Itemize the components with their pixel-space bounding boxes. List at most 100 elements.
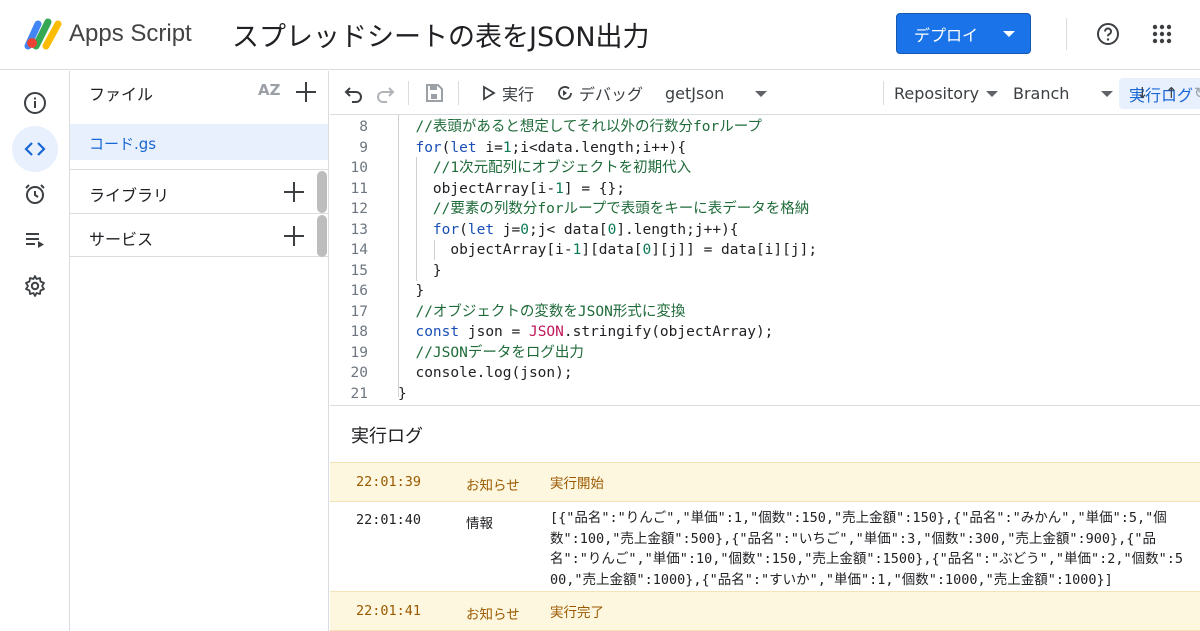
code-text[interactable]: //オブジェクトの変数をJSON形式に変換 <box>398 302 685 323</box>
code-icon <box>24 142 46 156</box>
code-line[interactable]: 13 for(let j=0;j< data[0].length;j++){ <box>330 220 1200 241</box>
debug-label: デバッグ <box>579 85 644 104</box>
branch-label: Branch <box>1013 83 1070 103</box>
debug-icon <box>558 86 572 100</box>
code-text[interactable]: const json = JSON.stringify(objectArray)… <box>398 322 773 343</box>
overview-nav-button[interactable] <box>12 80 58 126</box>
code-text[interactable]: } <box>398 281 424 302</box>
log-message: 実行完了 <box>550 605 604 621</box>
code-line[interactable]: 11 objectArray[i-1] = {}; <box>330 179 1200 200</box>
line-number: 8 <box>359 119 368 135</box>
line-number: 13 <box>350 221 368 238</box>
divider <box>1066 18 1067 50</box>
scrollbar-thumb[interactable] <box>317 215 327 257</box>
code-text[interactable]: objectArray[i-1] = {}; <box>398 179 625 200</box>
divider <box>458 81 459 105</box>
code-text[interactable]: for(let j=0;j< data[0].length;j++){ <box>398 220 739 241</box>
apps-grid-icon[interactable] <box>1152 24 1172 44</box>
code-line[interactable]: 17 //オブジェクトの変数をJSON形式に変換 <box>330 302 1200 323</box>
debug-button[interactable]: デバッグ <box>556 71 643 115</box>
project-title[interactable]: スプレッドシートの表をJSON出力 <box>232 15 650 54</box>
code-text[interactable]: } <box>398 261 442 282</box>
add-library-icon[interactable] <box>283 181 305 203</box>
file-name: コード.gs <box>89 135 157 153</box>
editor-nav-button[interactable] <box>12 126 58 172</box>
files-header: ファイル AZ <box>70 71 328 113</box>
chevron-down-icon <box>986 91 998 97</box>
help-icon[interactable] <box>1096 22 1120 46</box>
branch-select[interactable]: Branch <box>1013 71 1113 115</box>
triggers-nav-button[interactable] <box>12 171 58 217</box>
save-icon[interactable] <box>424 83 444 103</box>
settings-nav-button[interactable] <box>12 263 58 309</box>
code-line[interactable]: 20 console.log(json); <box>330 363 1200 384</box>
add-service-icon[interactable] <box>283 225 305 247</box>
redo-icon[interactable] <box>375 83 395 103</box>
code-text[interactable]: //1次元配列にオブジェクトを初期代入 <box>398 158 691 179</box>
log-row: 22:01:39 お知らせ 実行開始 <box>330 462 1200 502</box>
repository-select[interactable]: Repository <box>894 71 998 115</box>
code-line[interactable]: 9 for(let i=1;i<data.length;i++){ <box>330 138 1200 159</box>
deploy-label: デプロイ <box>914 25 979 45</box>
line-number: 12 <box>350 201 368 217</box>
push-icon[interactable]: ↑ <box>1165 71 1178 115</box>
libraries-label: ライブラリ <box>89 186 170 205</box>
chevron-down-icon <box>1003 31 1015 37</box>
log-level: お知らせ <box>466 607 520 623</box>
info-icon <box>24 92 46 114</box>
file-item-code-gs[interactable]: コード.gs <box>70 124 328 160</box>
code-line[interactable]: 8 //表頭があると想定してそれ以外の行数分forループ <box>330 117 1200 138</box>
executions-nav-button[interactable] <box>12 217 58 263</box>
log-row: 22:01:41 お知らせ 実行完了 <box>330 591 1200 631</box>
line-number: 9 <box>359 139 368 156</box>
sort-az-icon[interactable]: AZ <box>258 81 281 99</box>
scrollbar-thumb[interactable] <box>317 171 327 213</box>
line-number: 16 <box>350 283 368 299</box>
code-line[interactable]: 12 //要素の列数分forループで表頭をキーに表データを格納 <box>330 199 1200 220</box>
executions-icon <box>26 233 44 248</box>
code-line[interactable]: 15 } <box>330 261 1200 282</box>
code-text[interactable]: //要素の列数分forループで表頭をキーに表データを格納 <box>398 199 809 220</box>
code-text[interactable]: objectArray[i-1][data[0][j]] = data[i][j… <box>398 240 817 261</box>
function-select[interactable]: getJson <box>665 71 767 115</box>
run-button[interactable]: 実行 <box>482 71 534 115</box>
function-name: getJson <box>665 83 725 103</box>
line-number: 14 <box>350 242 368 258</box>
more-icon[interactable]: ↻ <box>1194 71 1200 115</box>
libraries-section[interactable]: ライブラリ <box>70 169 328 213</box>
log-level: 情報 <box>466 516 493 532</box>
line-number: 10 <box>350 160 368 176</box>
left-nav-rail <box>0 71 70 631</box>
repository-label: Repository <box>894 83 980 103</box>
code-line[interactable]: 16 } <box>330 281 1200 302</box>
files-panel: ファイル AZ コード.gs ライブラリ サービス <box>70 71 329 631</box>
code-text[interactable]: //表頭があると想定してそれ以外の行数分forループ <box>398 117 761 138</box>
log-time: 22:01:40 <box>356 512 422 528</box>
pull-icon[interactable]: ↓ <box>1136 71 1149 115</box>
services-section[interactable]: サービス <box>70 213 328 257</box>
code-text[interactable]: //JSONデータをログ出力 <box>398 343 583 364</box>
code-editor[interactable]: 8 //表頭があると想定してそれ以外の行数分forループ 9 for(let i=… <box>330 115 1200 406</box>
line-number: 19 <box>350 344 368 361</box>
chevron-down-icon <box>1101 91 1113 97</box>
code-line[interactable]: 18 const json = JSON.stringify(objectArr… <box>330 322 1200 343</box>
execution-log-panel: 実行ログ 22:01:39 お知らせ 実行開始 22:01:40 情報 [{"品… <box>330 407 1200 631</box>
code-text[interactable]: } <box>398 384 407 405</box>
code-line[interactable]: 10 //1次元配列にオブジェクトを初期代入 <box>330 158 1200 179</box>
app-name[interactable]: Apps Script <box>69 20 192 48</box>
apps-script-logo-icon[interactable] <box>24 16 64 50</box>
deploy-button[interactable]: デプロイ <box>896 13 1031 54</box>
line-number: 18 <box>350 324 368 340</box>
code-text[interactable]: for(let i=1;i<data.length;i++){ <box>398 138 686 159</box>
add-file-icon[interactable] <box>295 81 317 103</box>
code-line[interactable]: 14 objectArray[i-1][data[0][j]] = data[i… <box>330 240 1200 261</box>
log-message: 実行開始 <box>550 476 604 492</box>
code-text[interactable]: console.log(json); <box>398 363 572 384</box>
code-line[interactable]: 19 //JSONデータをログ出力 <box>330 343 1200 364</box>
code-line[interactable]: 21} <box>330 384 1200 405</box>
execution-log-toggle[interactable]: 実行ログ <box>1119 78 1200 109</box>
undo-icon[interactable] <box>344 83 364 103</box>
log-time: 22:01:41 <box>356 603 422 619</box>
run-label: 実行 <box>502 85 535 104</box>
divider <box>883 81 884 105</box>
